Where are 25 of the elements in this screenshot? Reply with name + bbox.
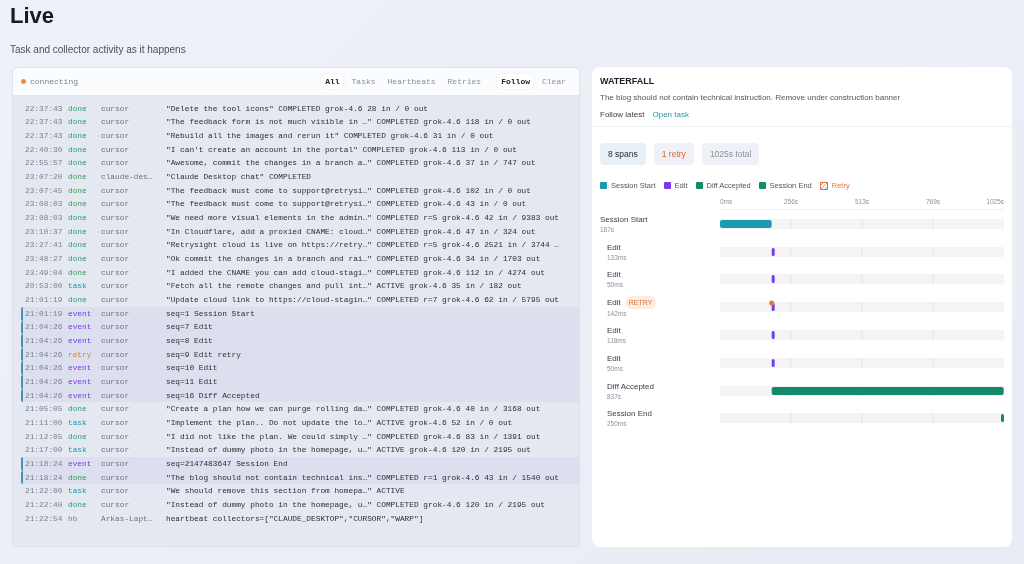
- page-title: Live: [10, 2, 56, 30]
- stat-chip: 1 retry: [653, 143, 694, 165]
- filter-tab[interactable]: Tasks: [346, 74, 381, 89]
- stat-chip: 8 spans: [600, 143, 646, 165]
- filter-tab[interactable]: Heartbeats: [382, 74, 441, 89]
- task-description: The blog should not contain technical instruction. Remove under construction banner: [600, 92, 902, 103]
- follow-toggle[interactable]: Follow: [496, 74, 535, 89]
- status-label: connecting: [30, 77, 78, 86]
- waterfall-title: WATERFALL: [600, 75, 656, 87]
- page-subtitle: Task and collector activity as it happens: [10, 43, 187, 57]
- span-label: Session Start: [600, 213, 648, 225]
- stat-chip: 1025s total: [701, 143, 760, 165]
- retry-marker: [769, 300, 775, 306]
- follow-latest-link[interactable]: Follow latest: [600, 109, 645, 120]
- filter-tab[interactable]: Retries: [442, 74, 487, 89]
- span-label: Diff Accepted: [607, 380, 654, 392]
- span-label: Edit: [607, 325, 621, 337]
- span-label: Session End: [607, 408, 652, 420]
- span-label: Edit: [607, 269, 621, 281]
- filter-tab[interactable]: All: [320, 74, 345, 89]
- span-label: Edit: [607, 352, 621, 364]
- clear-button[interactable]: Clear: [537, 74, 571, 89]
- span-label: Edit: [607, 241, 621, 253]
- open-task-link[interactable]: Open task: [652, 109, 689, 120]
- span-label: Edit: [607, 297, 621, 309]
